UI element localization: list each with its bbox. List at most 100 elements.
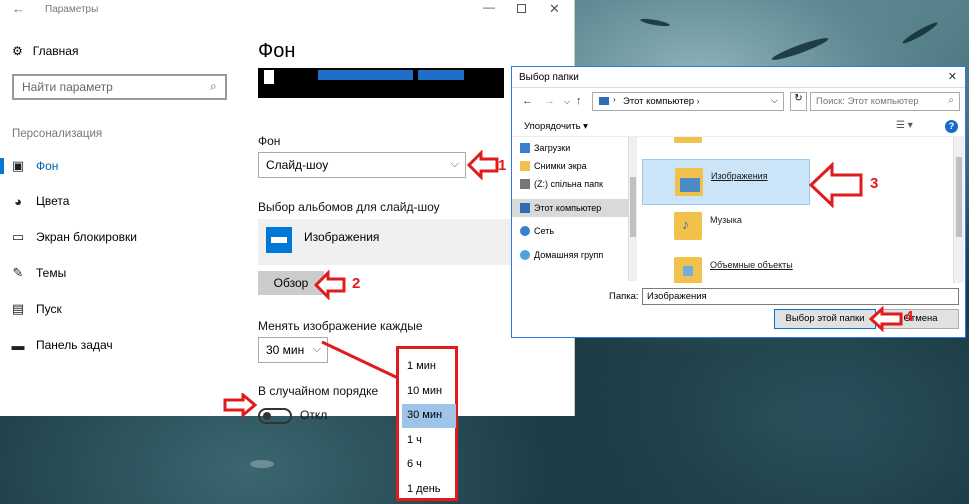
forward-arrow-icon[interactable]: → (544, 95, 555, 107)
folder-item-pictures[interactable]: Изображения (642, 159, 810, 205)
start-icon: ▤ (11, 301, 25, 316)
taskbar-icon: ▬ (11, 337, 25, 353)
interval-option[interactable]: 1 ч (402, 429, 456, 453)
dialog-titlebar: Выбор папки ✕ (512, 67, 965, 88)
recent-chevron-icon[interactable]: ⌵ (564, 97, 570, 107)
interval-option-selected[interactable]: 30 мин (402, 404, 456, 428)
preview-shape (418, 70, 464, 80)
settings-titlebar: ← Параметры — ✕ (0, 0, 575, 19)
palette-icon: ◕ (14, 193, 22, 209)
folder-name-input[interactable]: Изображения (642, 288, 959, 305)
close-icon[interactable]: ✕ (549, 1, 560, 17)
tree-item-downloads[interactable]: Загрузки (520, 140, 570, 156)
help-icon[interactable]: ? (945, 120, 958, 133)
back-arrow-icon[interactable]: ← (522, 95, 533, 107)
monitor-icon: ▭ (11, 229, 25, 244)
folder-name: Объемные объекты (710, 260, 793, 270)
folder-icon (520, 161, 530, 171)
shuffle-label: В случайном порядке (258, 384, 379, 398)
sidebar-item-background[interactable]: ▣ Фон (0, 155, 240, 177)
organize-button[interactable]: Упорядочить ▾ (524, 121, 588, 132)
sidebar-item-label: Пуск (36, 302, 62, 316)
wallpaper-fish (250, 460, 274, 468)
tree-item-screenshots[interactable]: Снимки экра (520, 158, 587, 174)
sidebar-item-themes[interactable]: ✎ Темы (0, 262, 240, 284)
search-placeholder: Найти параметр (22, 80, 113, 94)
interval-value: 30 мин (266, 343, 305, 357)
up-arrow-icon[interactable]: ↑ (576, 95, 582, 107)
albums-label: Выбор альбомов для слайд-шоу (258, 200, 440, 214)
tree-scrollbar[interactable] (628, 137, 637, 281)
folder-icon (266, 227, 292, 253)
tree-item-network-drive[interactable]: (Z:) спільна папк (520, 176, 603, 192)
scrollbar-thumb[interactable] (630, 177, 636, 237)
tree-item-homegroup[interactable]: Домашняя групп (520, 247, 603, 263)
sidebar-item-label: Фон (36, 159, 59, 173)
select-folder-button[interactable]: Выбор этой папки (774, 309, 876, 329)
nav-home[interactable]: ⚙ Главная (12, 43, 78, 59)
annotation-arrow-icon (223, 393, 258, 417)
dialog-search-input[interactable]: Поиск: Этот компьютер ⌕ (810, 92, 960, 111)
annotation-arrow-icon (466, 150, 499, 180)
gear-icon: ⚙ (12, 44, 23, 58)
annotation-arrow-icon (868, 306, 903, 332)
interval-option[interactable]: 1 мин (402, 355, 456, 379)
folder-label: Папка: (609, 291, 639, 302)
maximize-icon[interactable] (517, 4, 526, 13)
tree-item-label: Снимки экра (534, 161, 587, 171)
view-options-icon[interactable]: ☰ ▾ (896, 120, 913, 131)
step-number: 3 (870, 175, 879, 192)
background-label: Фон (258, 134, 281, 148)
preview-shape (262, 70, 274, 84)
sidebar-item-label: Панель задач (36, 338, 113, 352)
folder-item-3d-objects[interactable]: Объемные объекты (642, 249, 810, 283)
minimize-icon[interactable]: — (483, 0, 495, 14)
folder-list: Изображения Музыка Объемные объекты (639, 137, 953, 283)
computer-icon (520, 203, 530, 213)
wallpaper-fish (901, 20, 939, 46)
homegroup-icon (520, 250, 530, 260)
interval-dropdown: 1 мин 10 мин 30 мин 1 ч 6 ч 1 день (396, 346, 458, 501)
interval-select[interactable]: 30 мин ⌵ (258, 337, 328, 363)
window-title: Параметры (45, 4, 99, 15)
tree-item-label: Этот компьютер (534, 203, 602, 213)
interval-option[interactable]: 10 мин (402, 380, 456, 404)
tree-item-this-pc[interactable]: Этот компьютер (512, 199, 628, 217)
address-bar[interactable]: › Этот компьютер › ⌵ (592, 92, 784, 111)
sidebar-item-label: Темы (36, 266, 67, 280)
folder-tree: Загрузки Снимки экра (Z:) спільна папк Э… (512, 137, 628, 283)
background-type-select[interactable]: Слайд-шоу ⌵ (258, 152, 466, 178)
back-arrow-icon[interactable]: ← (12, 1, 25, 16)
pictures-folder-icon (675, 168, 703, 196)
refresh-icon[interactable]: ↻ (790, 92, 807, 111)
nav-home-label: Главная (32, 44, 79, 58)
sidebar-item-taskbar[interactable]: ▬ Панель задач (0, 334, 240, 356)
sidebar-item-colors[interactable]: ◕ Цвета (0, 190, 240, 212)
settings-search-input[interactable]: Найти параметр ⌕ (12, 74, 227, 100)
annotation-arrow-icon (808, 162, 863, 208)
sidebar-item-lockscreen[interactable]: ▭ Экран блокировки (0, 226, 240, 248)
picture-icon: ▣ (11, 158, 25, 173)
settings-window: ← Параметры — ✕ ⚙ Главная Найти параметр… (0, 0, 575, 424)
brush-icon: ✎ (12, 265, 24, 280)
sidebar-item-label: Цвета (36, 194, 70, 208)
network-icon (520, 226, 530, 236)
scrollbar-thumb[interactable] (956, 157, 962, 237)
shuffle-state: Откл (300, 408, 328, 422)
preview-shape (318, 70, 413, 80)
interval-option[interactable]: 1 день (402, 478, 456, 502)
wallpaper-fish (639, 17, 671, 28)
folder-item[interactable] (642, 137, 810, 153)
folder-list-scrollbar[interactable] (953, 137, 964, 283)
folder-item-music[interactable]: Музыка (642, 204, 810, 250)
close-icon[interactable]: ✕ (948, 70, 957, 83)
search-icon: ⌕ (210, 79, 217, 93)
folder-icon (674, 137, 702, 143)
dialog-search-placeholder: Поиск: Этот компьютер (816, 96, 919, 107)
tree-item-network[interactable]: Сеть (520, 223, 554, 239)
interval-option[interactable]: 6 ч (402, 453, 456, 477)
background-type-value: Слайд-шоу (266, 158, 329, 172)
sidebar-item-start[interactable]: ▤ Пуск (0, 298, 240, 320)
shuffle-toggle[interactable] (258, 408, 292, 424)
annotation-line (321, 340, 399, 380)
